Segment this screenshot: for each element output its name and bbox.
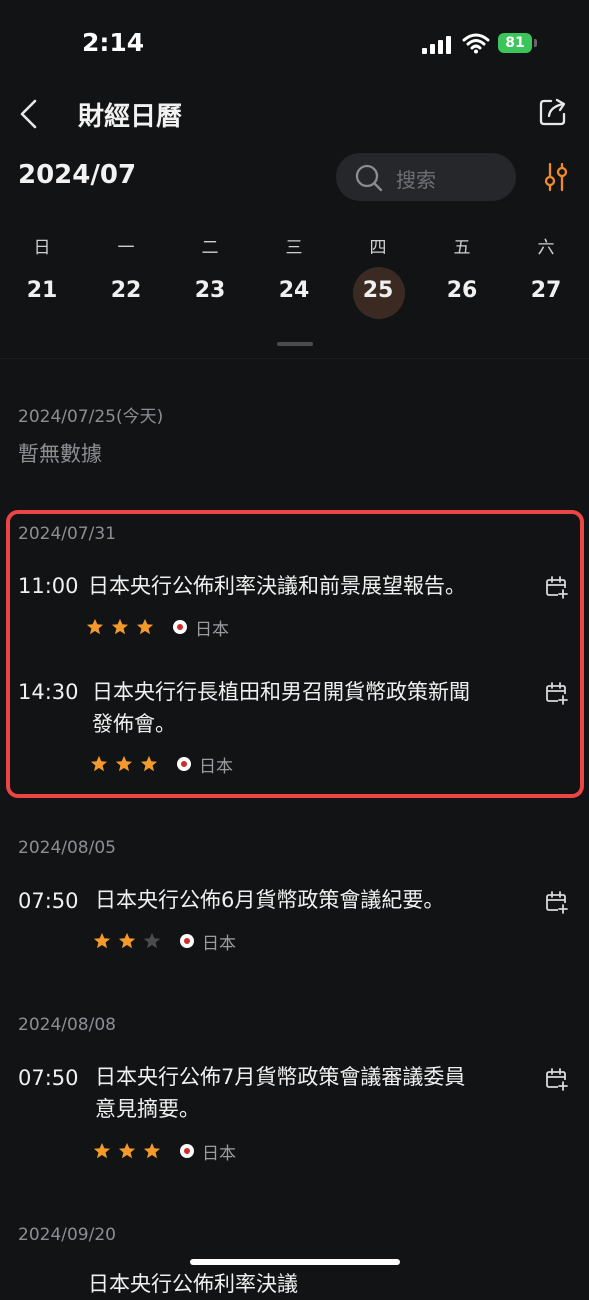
event-title: 日本央行公佈利率決議 bbox=[88, 1268, 298, 1300]
event-title: 日本央行公佈7月貨幣政策會議審議委員 意見摘要。 bbox=[95, 1061, 465, 1125]
day-cell-22[interactable]: 22 bbox=[96, 278, 156, 303]
event-title-line: 日本央行公佈6月貨幣政策會議紀要。 bbox=[95, 888, 445, 912]
event-title-line: 日本央行公佈7月貨幣政策會議審議委員 bbox=[95, 1065, 466, 1089]
star-icon bbox=[136, 618, 154, 635]
weekday-label: 一 bbox=[117, 238, 135, 258]
weekday-label: 六 bbox=[537, 238, 555, 258]
add-to-calendar-icon[interactable] bbox=[544, 575, 568, 599]
search-input[interactable]: 搜索 bbox=[336, 153, 516, 201]
event-country: 日本 bbox=[199, 756, 233, 777]
add-to-calendar-icon[interactable] bbox=[544, 1067, 568, 1091]
event-country: 日本 bbox=[202, 1143, 236, 1164]
status-time: 2:14 bbox=[82, 28, 145, 57]
drag-handle[interactable] bbox=[277, 342, 313, 346]
event-meta: 日本 bbox=[93, 930, 236, 954]
event-meta: 日本 bbox=[93, 1140, 236, 1164]
home-indicator bbox=[190, 1259, 400, 1265]
section-date: 2024/09/20 bbox=[18, 1225, 116, 1245]
search-placeholder: 搜索 bbox=[396, 168, 436, 192]
star-icon bbox=[118, 932, 136, 949]
signal-icon bbox=[422, 36, 452, 54]
day-cell-21[interactable]: 21 bbox=[12, 278, 72, 303]
event-title: 日本央行公佈利率決議和前景展望報告。 bbox=[88, 570, 466, 602]
weekday-label: 二 bbox=[201, 238, 219, 258]
section-date: 2024/08/05 bbox=[18, 838, 116, 858]
section-date: 2024/08/08 bbox=[18, 1015, 116, 1035]
weekday-label: 四 bbox=[369, 238, 387, 258]
event-country: 日本 bbox=[202, 933, 236, 954]
day-cell-24[interactable]: 24 bbox=[264, 278, 324, 303]
event-time: 14:30 bbox=[18, 680, 79, 704]
star-icon bbox=[143, 1142, 161, 1159]
star-icon bbox=[111, 618, 129, 635]
star-icon bbox=[86, 618, 104, 635]
chevron-left-icon[interactable] bbox=[16, 98, 40, 130]
japan-flag-icon bbox=[177, 757, 191, 771]
share-icon[interactable] bbox=[538, 97, 568, 127]
divider bbox=[0, 358, 589, 359]
add-to-calendar-icon[interactable] bbox=[544, 681, 568, 705]
event-country: 日本 bbox=[195, 619, 229, 640]
event-title: 日本央行行長植田和男召開貨幣政策新聞 發佈會。 bbox=[92, 676, 470, 740]
battery-level: 81 bbox=[505, 35, 525, 51]
event-title-line: 發佈會。 bbox=[92, 712, 176, 736]
japan-flag-icon bbox=[180, 1144, 194, 1158]
battery-icon: 81 bbox=[498, 33, 532, 53]
event-meta: 日本 bbox=[90, 753, 233, 777]
add-to-calendar-icon[interactable] bbox=[544, 890, 568, 914]
event-time: 07:50 bbox=[18, 889, 79, 913]
day-cell-25-selected[interactable]: 25 bbox=[348, 278, 408, 303]
star-icon bbox=[93, 1142, 111, 1159]
wifi-icon bbox=[462, 33, 490, 54]
japan-flag-icon bbox=[180, 934, 194, 948]
event-title-line: 日本央行行長植田和男召開貨幣政策新聞 bbox=[92, 680, 470, 704]
star-icon bbox=[118, 1142, 136, 1159]
weekday-label: 日 bbox=[33, 238, 51, 258]
section-date: 2024/07/25(今天) bbox=[18, 407, 164, 427]
star-icon bbox=[90, 755, 108, 772]
event-title-line: 日本央行公佈利率決議 bbox=[88, 1272, 298, 1296]
event-title-line: 意見摘要。 bbox=[95, 1097, 200, 1121]
empty-state-text: 暫無數據 bbox=[18, 442, 102, 466]
page-title: 財經日曆 bbox=[78, 102, 183, 132]
weekday-label: 三 bbox=[285, 238, 303, 258]
event-title: 日本央行公佈6月貨幣政策會議紀要。 bbox=[95, 884, 444, 916]
event-title-line: 日本央行公佈利率決議和前景展望報告。 bbox=[88, 574, 466, 598]
star-icon bbox=[93, 932, 111, 949]
star-icon bbox=[115, 755, 133, 772]
weekday-label: 五 bbox=[453, 238, 471, 258]
day-cell-23[interactable]: 23 bbox=[180, 278, 240, 303]
star-icon bbox=[140, 755, 158, 772]
day-cell-27[interactable]: 27 bbox=[516, 278, 576, 303]
day-cell-26[interactable]: 26 bbox=[432, 278, 492, 303]
month-label[interactable]: 2024/07 bbox=[18, 160, 136, 190]
section-date: 2024/07/31 bbox=[18, 524, 116, 544]
filter-sliders-icon[interactable] bbox=[543, 162, 569, 192]
star-off-icon bbox=[143, 932, 161, 949]
japan-flag-icon bbox=[173, 620, 187, 634]
event-meta: 日本 bbox=[86, 616, 229, 640]
search-icon bbox=[355, 164, 383, 192]
event-time: 11:00 bbox=[18, 574, 79, 598]
event-time: 07:50 bbox=[18, 1066, 79, 1090]
battery-cap bbox=[534, 39, 537, 47]
